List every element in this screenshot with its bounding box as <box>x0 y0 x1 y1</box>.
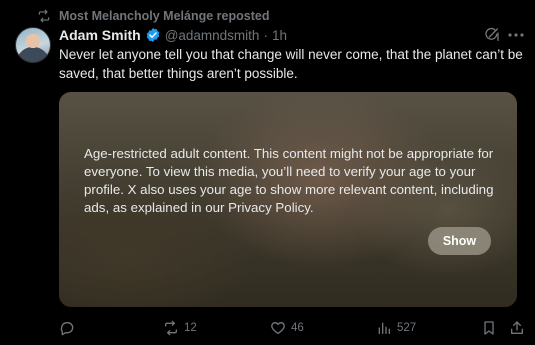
more-options-icon[interactable] <box>506 27 526 43</box>
grok-icon[interactable] <box>484 27 500 43</box>
views-action[interactable]: 527 <box>376 318 416 338</box>
bookmark-icon <box>481 320 497 336</box>
tweet-header: Adam Smith @adamndsmith · 1h <box>59 26 287 44</box>
show-media-button[interactable]: Show <box>428 227 491 255</box>
tweet-timestamp[interactable]: 1h <box>272 28 287 43</box>
tweet-actions: 12 46 527 <box>0 318 535 338</box>
avatar[interactable] <box>15 27 51 63</box>
repost-banner[interactable]: Most Melancholy Melánge reposted <box>37 8 269 24</box>
like-count: 46 <box>291 322 304 334</box>
bookmark-action[interactable] <box>481 318 497 338</box>
author-name[interactable]: Adam Smith <box>59 27 141 43</box>
heart-icon <box>270 320 286 336</box>
like-action[interactable]: 46 <box>270 318 304 338</box>
repost-count: 12 <box>184 322 197 334</box>
views-icon <box>376 320 392 336</box>
repost-label[interactable]: Most Melancholy Melánge reposted <box>59 9 269 23</box>
author-handle[interactable]: @adamndsmith <box>165 28 260 43</box>
media-container[interactable]: Age-restricted adult content. This conte… <box>59 92 517 307</box>
repost-action-icon <box>163 320 179 336</box>
repost-action[interactable]: 12 <box>163 318 197 338</box>
views-count: 527 <box>397 322 417 334</box>
reply-action[interactable] <box>59 318 80 338</box>
separator-dot: · <box>263 27 268 43</box>
share-action[interactable] <box>509 318 525 338</box>
repost-icon <box>37 9 51 23</box>
reply-icon <box>59 320 75 336</box>
share-icon <box>509 320 525 336</box>
content-warning-text: Age-restricted adult content. This conte… <box>84 146 494 215</box>
verified-badge-icon[interactable] <box>145 27 161 43</box>
tweet-text: Never let anyone tell you that change wi… <box>59 47 523 81</box>
